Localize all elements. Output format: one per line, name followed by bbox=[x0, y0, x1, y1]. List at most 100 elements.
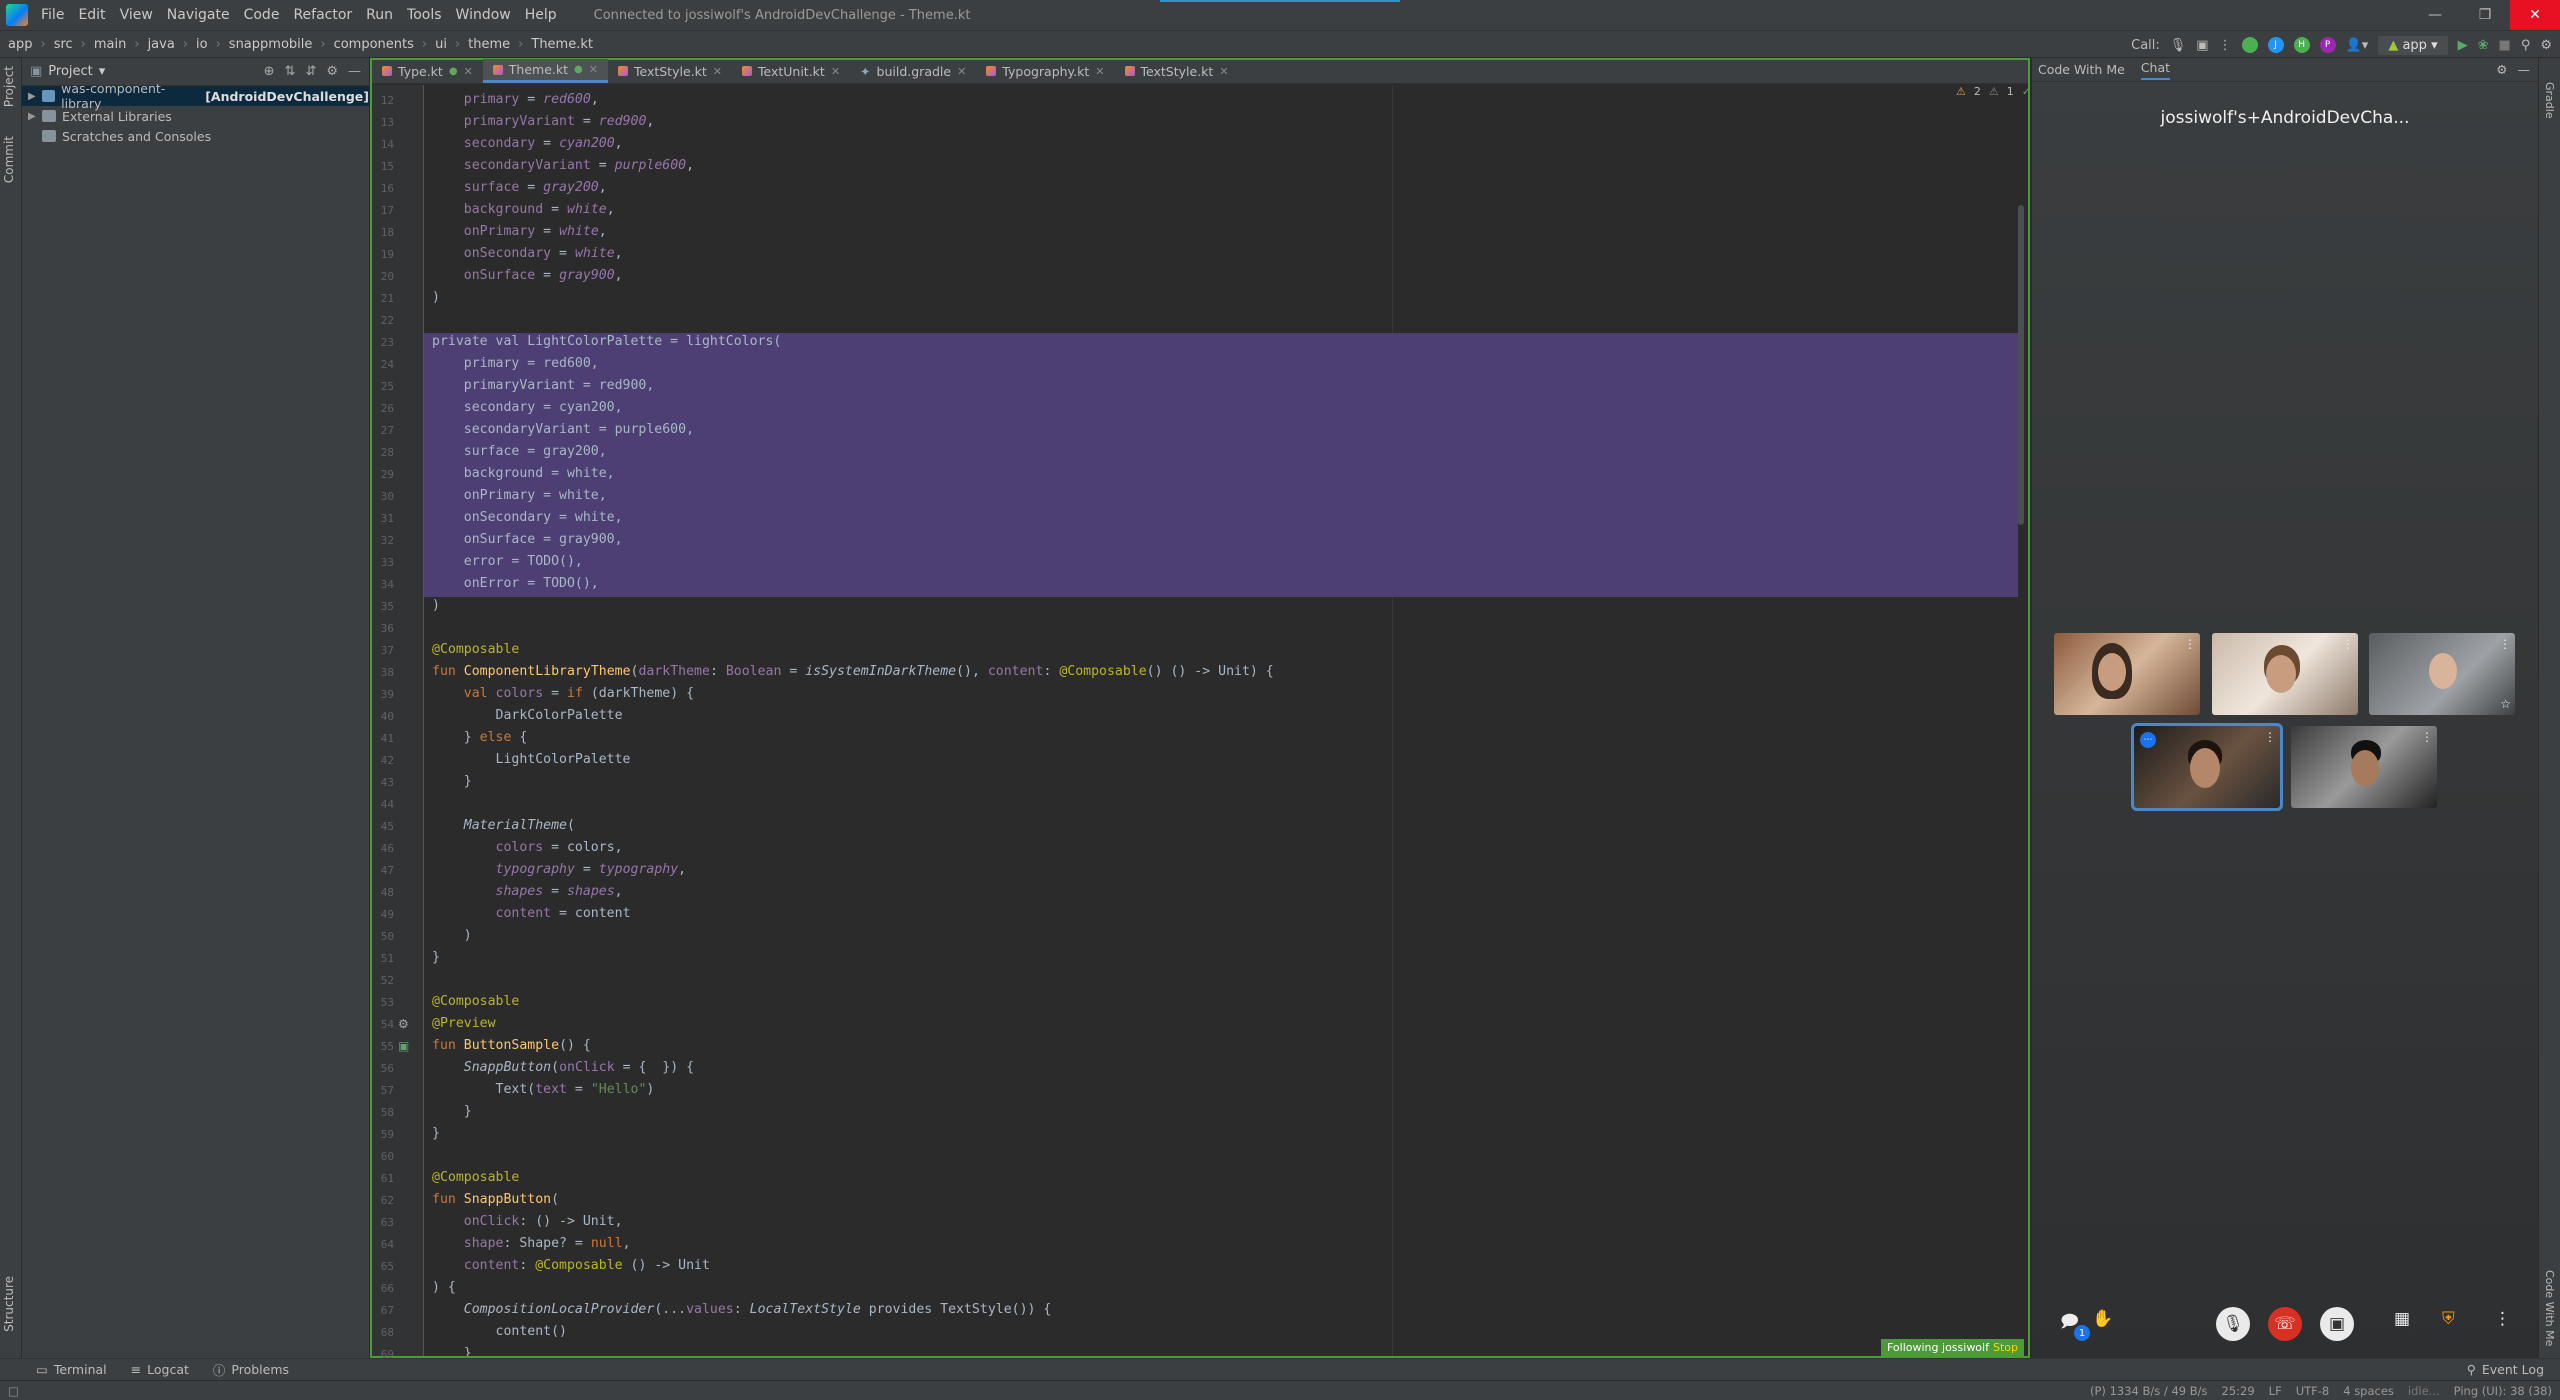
code-line[interactable]: } bbox=[432, 1343, 472, 1356]
tab-type-kt[interactable]: Type.kt ● ✕ bbox=[372, 59, 483, 83]
close-icon[interactable]: ✕ bbox=[2510, 0, 2560, 30]
code-line[interactable]: DarkColorPalette bbox=[432, 705, 623, 727]
more-options-icon[interactable]: ⋮ bbox=[2264, 730, 2276, 744]
code-line[interactable]: typography = typography, bbox=[432, 859, 687, 881]
code-line[interactable]: surface = gray200, bbox=[432, 177, 607, 199]
crumb-app[interactable]: app bbox=[8, 37, 32, 52]
tab-chat[interactable]: Chat bbox=[2140, 60, 2171, 80]
close-icon[interactable]: ✕ bbox=[831, 65, 840, 78]
participant-video-3[interactable]: ⋮ ☆ bbox=[2369, 633, 2515, 715]
menu-help[interactable]: Help bbox=[518, 0, 564, 30]
gear-icon[interactable]: ⚙ bbox=[398, 1017, 409, 1031]
code-line[interactable]: colors = colors, bbox=[432, 837, 623, 859]
problems-tool[interactable]: ⓘ Problems bbox=[213, 1360, 289, 1379]
code-line[interactable]: ) bbox=[432, 925, 472, 947]
tab-code-with-me[interactable]: Code With Me bbox=[2038, 62, 2125, 77]
shield-icon[interactable]: ⛨ bbox=[2442, 1309, 2455, 1329]
code-line[interactable]: secondary = cyan200, bbox=[432, 397, 623, 419]
microphone-button[interactable]: 🎙 bbox=[2216, 1307, 2250, 1341]
chevron-down-icon[interactable]: ▾ bbox=[99, 64, 106, 79]
tab-gradle-vertical[interactable]: Gradle bbox=[2543, 82, 2556, 119]
grid-view-icon[interactable]: ▦ bbox=[2394, 1309, 2410, 1329]
hide-icon[interactable]: — bbox=[2518, 62, 2531, 77]
terminal-tool[interactable]: ▭ Terminal bbox=[36, 1362, 107, 1377]
code-line[interactable]: CompositionLocalProvider(...values: Loca… bbox=[432, 1299, 1052, 1321]
locate-icon[interactable]: ⊕ bbox=[264, 64, 275, 79]
code-line[interactable]: } bbox=[432, 771, 472, 793]
code-line[interactable]: background = white, bbox=[432, 463, 615, 485]
search-icon[interactable]: ⚲ bbox=[2521, 38, 2531, 53]
code-line[interactable]: onSecondary = white, bbox=[432, 507, 623, 529]
code-line[interactable]: content: @Composable () -> Unit bbox=[432, 1255, 710, 1277]
gear-icon[interactable]: ⚙ bbox=[326, 64, 338, 79]
code-line[interactable]: content = content bbox=[432, 903, 631, 925]
end-call-button[interactable]: ☏ bbox=[2268, 1307, 2302, 1341]
crumb-theme[interactable]: theme bbox=[468, 37, 510, 52]
indent-setting[interactable]: 4 spaces bbox=[2343, 1384, 2394, 1398]
tab-commit-vertical[interactable]: Commit bbox=[2, 136, 16, 183]
code-line[interactable]: private val LightColorPalette = lightCol… bbox=[432, 331, 781, 353]
menu-file[interactable]: File bbox=[34, 0, 71, 30]
hide-icon[interactable]: — bbox=[348, 64, 361, 79]
code-line[interactable]: secondary = cyan200, bbox=[432, 133, 623, 155]
expand-all-icon[interactable]: ⇅ bbox=[285, 64, 296, 79]
menu-run[interactable]: Run bbox=[359, 0, 400, 30]
crumb-src[interactable]: src bbox=[54, 37, 73, 52]
code-line[interactable]: fun ComponentLibraryTheme(darkTheme: Boo… bbox=[432, 661, 1274, 683]
code-line[interactable]: content() bbox=[432, 1321, 567, 1343]
participant-avatar-2[interactable]: J bbox=[2267, 37, 2284, 53]
project-view-select[interactable]: Project bbox=[48, 64, 92, 79]
tab-project-vertical[interactable]: Project bbox=[2, 66, 16, 107]
code-line[interactable]: } else { bbox=[432, 727, 528, 749]
more-options-icon[interactable]: ⋮ bbox=[2184, 637, 2196, 651]
code-line[interactable]: @Composable bbox=[432, 1167, 519, 1189]
close-icon[interactable]: ✕ bbox=[1219, 65, 1228, 78]
camera-icon[interactable]: ▣ bbox=[2196, 38, 2208, 53]
code-line[interactable]: @Composable bbox=[432, 639, 519, 661]
crumb-main[interactable]: main bbox=[94, 37, 126, 52]
tab-structure-vertical[interactable]: Structure bbox=[2, 1276, 16, 1332]
more-options-icon[interactable]: ⋮ bbox=[2499, 637, 2511, 651]
code-line[interactable]: secondaryVariant = purple600, bbox=[432, 419, 694, 441]
participant-video-2[interactable]: ⋮ bbox=[2212, 633, 2358, 715]
code-line[interactable]: onPrimary = white, bbox=[432, 221, 607, 243]
code-line[interactable]: onSurface = gray900, bbox=[432, 265, 623, 287]
code-line[interactable]: } bbox=[432, 947, 440, 969]
menu-navigate[interactable]: Navigate bbox=[160, 0, 237, 30]
more-options-icon[interactable]: ⋮ bbox=[2219, 38, 2232, 53]
participant-avatar-3[interactable]: H bbox=[2293, 37, 2310, 53]
menu-edit[interactable]: Edit bbox=[71, 0, 112, 30]
participant-avatar-1[interactable] bbox=[2241, 37, 2258, 53]
code-line[interactable]: ) bbox=[432, 287, 440, 309]
add-participant-icon[interactable]: 👤▾ bbox=[2346, 38, 2369, 53]
code-line[interactable]: Text(text = "Hello") bbox=[432, 1079, 655, 1101]
code-line[interactable]: shapes = shapes, bbox=[432, 881, 623, 903]
settings-icon[interactable]: ⚙ bbox=[2540, 38, 2552, 53]
code-line[interactable]: primaryVariant = red900, bbox=[432, 375, 655, 397]
tab-textstyle-kt-2[interactable]: TextStyle.kt ✕ bbox=[1115, 59, 1239, 83]
debug-icon[interactable]: ❀ bbox=[2478, 38, 2489, 53]
code-line[interactable]: primary = red600, bbox=[432, 89, 599, 111]
raise-hand-icon[interactable]: ✋ bbox=[2092, 1309, 2113, 1329]
close-icon[interactable]: ✕ bbox=[1095, 65, 1104, 78]
run-configuration-select[interactable]: ▲ app ▾ bbox=[2378, 35, 2448, 55]
logcat-tool[interactable]: ≡ Logcat bbox=[131, 1362, 189, 1377]
participant-avatar-4[interactable]: P bbox=[2319, 37, 2336, 53]
run-icon[interactable]: ▶ bbox=[2458, 38, 2468, 53]
code-editor[interactable]: primary = red600, primaryVariant = red90… bbox=[424, 85, 2028, 1356]
code-line[interactable]: fun ButtonSample() { bbox=[432, 1035, 591, 1057]
participant-video-1[interactable]: ⋮ bbox=[2054, 633, 2200, 715]
crumb-java[interactable]: java bbox=[148, 37, 175, 52]
menu-window[interactable]: Window bbox=[449, 0, 518, 30]
minimize-icon[interactable]: — bbox=[2410, 0, 2460, 30]
more-options-icon[interactable]: ⋮ bbox=[2342, 637, 2354, 651]
tab-typography-kt[interactable]: Typography.kt ✕ bbox=[976, 59, 1114, 83]
code-line[interactable]: onSurface = gray900, bbox=[432, 529, 623, 551]
caret-position[interactable]: 25:29 bbox=[2222, 1384, 2255, 1398]
code-line[interactable]: onPrimary = white, bbox=[432, 485, 607, 507]
tab-textunit-kt[interactable]: TextUnit.kt ✕ bbox=[732, 59, 850, 83]
code-line[interactable]: LightColorPalette bbox=[432, 749, 631, 771]
menu-tools[interactable]: Tools bbox=[400, 0, 449, 30]
code-line[interactable]: MaterialTheme( bbox=[432, 815, 575, 837]
tree-item-scratches[interactable]: Scratches and Consoles bbox=[22, 126, 369, 146]
